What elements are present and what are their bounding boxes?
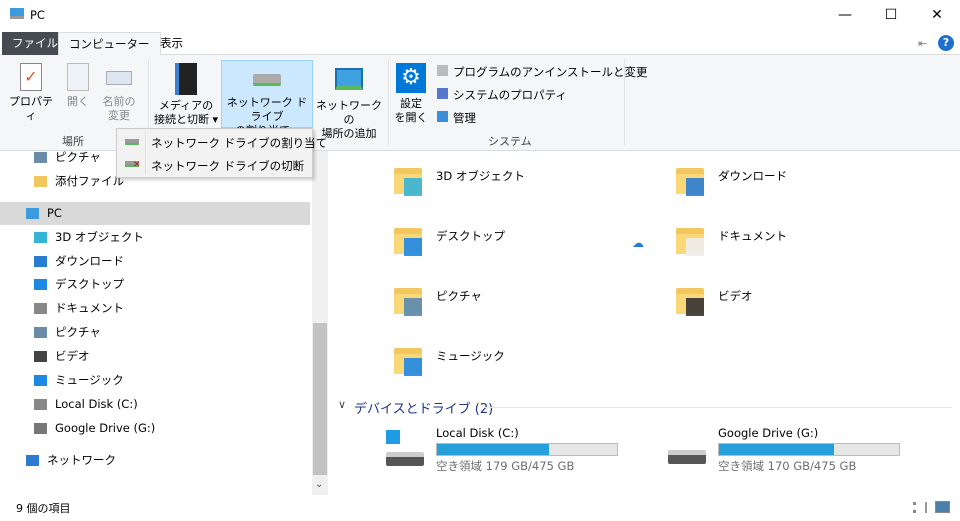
divider xyxy=(624,59,625,145)
downloads-icon xyxy=(34,256,47,267)
folder-item[interactable]: ミュージック xyxy=(390,344,630,388)
documents-icon xyxy=(34,303,47,314)
properties-icon: ✓ xyxy=(20,63,42,91)
nav-item[interactable]: Google Drive (G:) xyxy=(0,417,310,440)
pin-icon[interactable]: ⇤ xyxy=(918,37,927,50)
help-icon[interactable]: ? xyxy=(938,35,954,51)
manage-button[interactable]: 管理 xyxy=(437,110,476,126)
divider xyxy=(484,407,952,408)
drive-icon xyxy=(668,444,708,464)
add-network-location-button[interactable]: ネットワークの 場所の追加 xyxy=(314,63,384,141)
chevron-down-icon: ∨ xyxy=(338,398,347,411)
3d-objects-folder-icon xyxy=(390,164,424,196)
nav-item[interactable]: ダウンロード xyxy=(0,250,310,273)
group-label-system: システム xyxy=(488,135,532,148)
pc-icon xyxy=(26,208,39,219)
network-icon xyxy=(26,455,39,466)
drive-icon xyxy=(34,423,47,434)
map-drive-dropdown-menu: ネットワーク ドライブの割り当て ✕ ネットワーク ドライブの切断 xyxy=(116,128,327,178)
videos-folder-icon xyxy=(672,284,706,316)
nav-scrollbar[interactable]: ⌄ xyxy=(312,151,328,495)
devices-section-header[interactable]: ∨ デバイスとドライブ (2) xyxy=(338,398,952,417)
rename-button[interactable]: 名前の 変更 xyxy=(98,63,140,123)
tab-view[interactable]: 表示 xyxy=(150,32,193,55)
nav-item[interactable]: Local Disk (C:) xyxy=(0,393,310,416)
music-folder-icon xyxy=(390,344,424,376)
properties-button[interactable]: ✓ プロパティ xyxy=(6,63,56,123)
3d-objects-icon xyxy=(34,232,47,243)
item-count: 9 個の項目 xyxy=(16,502,71,515)
minimize-button[interactable]: — xyxy=(822,0,868,30)
nav-item[interactable]: ドキュメント xyxy=(0,297,310,320)
close-button[interactable]: ✕ xyxy=(914,0,960,30)
music-icon xyxy=(34,375,47,386)
nav-item[interactable]: ビデオ xyxy=(0,345,310,368)
desktop-icon xyxy=(34,279,47,290)
network-drive-icon xyxy=(125,139,139,145)
red-x-icon: ✕ xyxy=(133,160,141,170)
folder-item[interactable]: ダウンロード xyxy=(672,164,912,208)
drive-usage-bar xyxy=(436,443,618,456)
divider xyxy=(388,59,389,145)
desktop-folder-icon xyxy=(390,224,424,256)
drive-item[interactable]: Google Drive (G:) 空き領域 170 GB/475 GB xyxy=(668,424,928,474)
videos-icon xyxy=(34,351,47,362)
scroll-down-arrow[interactable]: ⌄ xyxy=(315,479,323,490)
maximize-button[interactable]: ☐ xyxy=(868,0,914,30)
windows-drive-icon xyxy=(386,428,426,466)
uninstall-program-button[interactable]: プログラムのアンインストールと変更 xyxy=(437,64,647,80)
menu-item-map-drive[interactable]: ネットワーク ドライブの割り当て xyxy=(119,131,327,153)
open-button[interactable]: 開く xyxy=(60,63,96,109)
pc-icon xyxy=(10,8,24,19)
pictures-icon xyxy=(34,152,47,163)
nav-item[interactable]: ネットワーク xyxy=(0,449,310,472)
settings-gear-icon: ⚙ xyxy=(396,63,426,93)
program-icon xyxy=(437,65,448,76)
nav-item[interactable]: デスクトップ xyxy=(0,273,310,296)
nav-item[interactable]: PC xyxy=(0,202,310,225)
system-properties-icon xyxy=(437,88,448,99)
folder-icon xyxy=(34,176,47,187)
nav-item[interactable]: ピクチャ xyxy=(0,321,310,344)
folder-item[interactable]: ビデオ xyxy=(672,284,912,328)
media-server-icon xyxy=(175,63,197,95)
system-properties-button[interactable]: システムのプロパティ xyxy=(437,87,567,103)
title-bar: PC — ☐ ✕ xyxy=(0,0,960,30)
media-connect-button[interactable]: メディアの 接続と切断 ▾ xyxy=(152,63,220,127)
rename-icon xyxy=(106,71,132,85)
nav-item[interactable]: ミュージック xyxy=(0,369,310,392)
window-title: PC xyxy=(30,8,45,22)
details-view-button[interactable] xyxy=(913,502,927,513)
local-disk-icon xyxy=(34,399,47,410)
map-network-drive-button[interactable]: ネットワーク ドライブ の割り当て ▾ xyxy=(221,60,313,137)
menu-item-disconnect-drive[interactable]: ✕ ネットワーク ドライブの切断 xyxy=(119,154,310,176)
large-icons-view-button[interactable] xyxy=(935,501,950,513)
pictures-icon xyxy=(34,327,47,338)
manage-icon xyxy=(437,111,448,122)
drive-item[interactable]: Local Disk (C:) 空き領域 179 GB/475 GB xyxy=(386,424,646,474)
network-location-icon xyxy=(335,68,363,90)
open-settings-button[interactable]: ⚙ 設定 を開く xyxy=(392,63,430,125)
downloads-folder-icon xyxy=(672,164,706,196)
scrollbar-thumb[interactable] xyxy=(313,323,327,475)
folder-item[interactable]: デスクトップ xyxy=(390,224,630,268)
folder-item[interactable]: 3D オブジェクト xyxy=(390,164,630,208)
pictures-folder-icon xyxy=(390,284,424,316)
open-icon xyxy=(67,63,89,91)
documents-folder-icon xyxy=(672,224,706,256)
folder-item[interactable]: ピクチャ xyxy=(390,284,630,328)
nav-item[interactable]: 3D オブジェクト xyxy=(0,226,310,249)
tab-computer[interactable]: コンピューター xyxy=(58,32,161,56)
drive-usage-bar xyxy=(718,443,900,456)
network-drive-icon xyxy=(253,74,281,86)
folder-item[interactable]: ドキュメント xyxy=(672,224,912,268)
cloud-sync-icon: ☁ xyxy=(632,236,644,250)
ribbon-tabs: ファイル コンピューター 表示 ⇤ ? xyxy=(0,30,960,56)
